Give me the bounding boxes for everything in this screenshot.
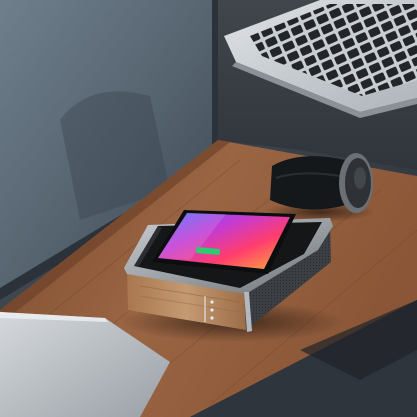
speaker-button-icon [210,308,214,312]
speaker-button-icon [210,316,214,320]
smartwatch [264,153,376,222]
product-photo [0,0,417,417]
speaker-button-icon [210,300,214,304]
